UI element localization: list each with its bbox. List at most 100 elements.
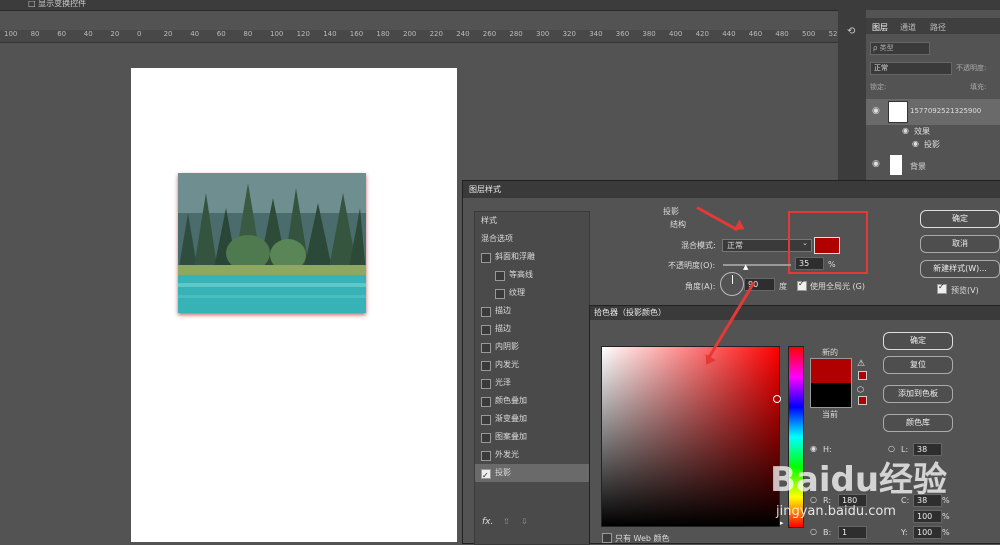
ruler-tick-label: 500 xyxy=(802,30,816,38)
color-picker-titlebar[interactable]: 拾色器（投影颜色） xyxy=(590,306,1000,320)
ruler-tick-label: 280 xyxy=(509,30,523,38)
opacity-slider[interactable]: ▲ xyxy=(723,263,791,271)
warning-icon[interactable]: ⚠ xyxy=(857,359,865,369)
web-cube-icon[interactable]: ⬡ xyxy=(857,385,864,394)
reset-button[interactable]: 复位 xyxy=(883,356,953,374)
new-style-button[interactable]: 新建样式(W)... xyxy=(920,260,1000,278)
layer-item-background[interactable]: ◉ 背景 xyxy=(866,153,1000,177)
style-list-item[interactable]: 斜面和浮雕 xyxy=(475,248,589,266)
ruler-tick-label: 480 xyxy=(775,30,789,38)
ruler-tick-label: 60 xyxy=(216,30,226,38)
ruler-tick-label: 220 xyxy=(429,30,443,38)
style-checkbox[interactable] xyxy=(481,253,491,263)
style-list-item[interactable]: 纹理 xyxy=(475,284,589,302)
style-list-item[interactable]: 描边 xyxy=(475,302,589,320)
layer-effects-row[interactable]: ◉ 效果 xyxy=(866,126,1000,138)
style-checkbox[interactable] xyxy=(495,289,505,299)
opacity-unit: % xyxy=(828,260,836,269)
current-color-swatch[interactable] xyxy=(810,383,852,408)
web-only-label: 只有 Web 颜色 xyxy=(615,534,670,543)
dialog-title: 图层样式 xyxy=(469,185,501,194)
style-label: 内阴影 xyxy=(495,342,519,351)
style-label: 混合选项 xyxy=(481,234,513,243)
dialog-titlebar[interactable]: 图层样式 xyxy=(463,181,1000,198)
add-swatch-button[interactable]: 添加到色板 xyxy=(883,385,953,403)
history-icon[interactable]: ⟲ xyxy=(847,26,855,37)
style-list-item[interactable]: 渐变叠加 xyxy=(475,410,589,428)
style-list-item[interactable]: 投影 xyxy=(475,464,589,485)
global-light-label: 使用全局光 (G) xyxy=(810,282,865,291)
style-checkbox[interactable] xyxy=(481,343,491,353)
style-checkbox[interactable] xyxy=(495,271,505,281)
layer-item-image[interactable]: ◉ 1577092521325900 xyxy=(866,99,1000,125)
forest-lake-image xyxy=(178,173,366,313)
style-checkbox[interactable] xyxy=(481,379,491,389)
cancel-button[interactable]: 取消 xyxy=(920,235,1000,253)
style-label: 图案叠加 xyxy=(495,432,527,441)
horizontal-ruler[interactable]: 100 80 60 40 20 0 20 40 60 80 100 120 140 160 180 200 22… xyxy=(0,30,838,43)
color-marker xyxy=(773,395,781,403)
tab-channels[interactable]: 通道 xyxy=(900,22,916,33)
ruler-tick-label: 80 xyxy=(30,30,40,38)
ruler-tick-label: 400 xyxy=(669,30,683,38)
style-checkbox[interactable] xyxy=(481,451,491,461)
baidu-logo-text: Baidu经验 xyxy=(770,460,948,500)
style-label: 光泽 xyxy=(495,378,511,387)
tab-paths[interactable]: 路径 xyxy=(930,22,946,33)
style-checkbox[interactable] xyxy=(481,307,491,317)
layer-photo[interactable] xyxy=(178,173,366,313)
web-safe-swatch[interactable] xyxy=(858,396,867,405)
visibility-eye-icon[interactable]: ◉ xyxy=(872,159,880,169)
style-list-item[interactable]: 外发光 xyxy=(475,446,589,464)
angle-unit: 度 xyxy=(779,282,787,291)
style-label: 斜面和浮雕 xyxy=(495,252,535,261)
style-checkbox[interactable] xyxy=(481,397,491,407)
blend-mode-select[interactable]: 正常 xyxy=(870,62,952,75)
style-list-item[interactable]: 样式 xyxy=(475,212,589,230)
style-checkbox[interactable] xyxy=(481,467,491,485)
ruler-tick-label: 40 xyxy=(190,30,200,38)
style-checkbox[interactable] xyxy=(481,433,491,443)
ruler-tick-label: 160 xyxy=(349,30,364,38)
visibility-eye-icon[interactable]: ◉ xyxy=(902,126,909,135)
preview-checkbox[interactable] xyxy=(937,282,947,294)
move-down-icon[interactable]: ⇩ xyxy=(521,517,528,526)
ruler-tick-label: 100 xyxy=(4,30,18,38)
style-checkbox[interactable] xyxy=(481,415,491,425)
ok-button[interactable]: 确定 xyxy=(883,332,953,350)
visibility-eye-icon[interactable]: ◉ xyxy=(872,106,880,116)
layer-filter-input[interactable]: ρ 类型 xyxy=(870,42,930,55)
visibility-eye-icon[interactable]: ◉ xyxy=(912,139,919,148)
style-label: 内发光 xyxy=(495,360,519,369)
ok-button[interactable]: 确定 xyxy=(920,210,1000,228)
fx-icon[interactable]: fx. xyxy=(482,517,493,527)
style-list-item[interactable]: 光泽 xyxy=(475,374,589,392)
saturation-brightness-field[interactable] xyxy=(601,346,781,527)
ruler-tick-label: 380 xyxy=(642,30,656,38)
ruler-tick-label: 340 xyxy=(589,30,603,38)
color-libraries-button[interactable]: 颜色库 xyxy=(883,414,953,432)
style-list-item[interactable]: 混合选项 xyxy=(475,230,589,248)
style-list-item[interactable]: 内发光 xyxy=(475,356,589,374)
global-light-checkbox[interactable] xyxy=(797,279,807,291)
style-list-item[interactable]: 颜色叠加 xyxy=(475,392,589,410)
style-label: 投影 xyxy=(495,468,511,477)
style-list-item[interactable]: 等高线 xyxy=(475,266,589,284)
tab-layers[interactable]: 图层 xyxy=(872,22,888,33)
style-checkbox[interactable] xyxy=(481,325,491,335)
style-list-item[interactable]: 描边 xyxy=(475,320,589,338)
new-label: 新的 xyxy=(822,348,838,357)
effects-label: 效果 xyxy=(914,127,930,136)
layer-drop-shadow-row[interactable]: ◉ 投影 xyxy=(866,139,1000,151)
move-up-icon[interactable]: ⇧ xyxy=(503,517,510,526)
preview-label: 预览(V) xyxy=(951,286,979,295)
style-label: 纹理 xyxy=(509,288,525,297)
angle-dial[interactable] xyxy=(720,272,744,296)
baidu-watermark: Baidu经验 jingyan.baidu.com xyxy=(770,432,1000,542)
style-checkbox[interactable] xyxy=(481,361,491,371)
style-list-item[interactable]: 图案叠加 xyxy=(475,428,589,446)
style-list-item[interactable]: 内阴影 xyxy=(475,338,589,356)
opacity-label: 不透明度(O): xyxy=(668,261,716,270)
opacity-input[interactable]: 35 xyxy=(795,257,824,270)
gamut-swatch[interactable] xyxy=(858,371,867,380)
